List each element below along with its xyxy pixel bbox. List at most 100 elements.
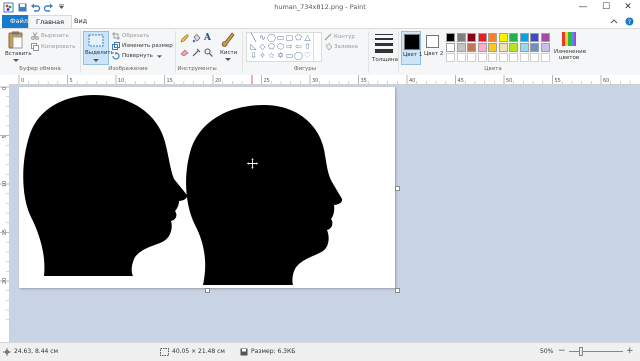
palette-swatch[interactable] [530, 33, 539, 42]
fill-dropdown[interactable]: Заливка [324, 43, 364, 52]
palette-swatch[interactable] [509, 33, 518, 42]
palette-swatch[interactable] [498, 43, 508, 52]
color1-button[interactable]: Цвет 1 [401, 31, 422, 65]
custom-palette-swatch[interactable] [519, 53, 529, 62]
palette-swatch[interactable] [498, 33, 508, 42]
custom-palette-swatch[interactable] [446, 53, 455, 62]
color-palette [446, 33, 556, 63]
right-triangle-shape-icon[interactable]: ◺ [249, 43, 258, 51]
text-tool-icon[interactable]: A [204, 33, 213, 43]
canvas-resize-handle-bottom[interactable] [205, 288, 210, 293]
canvas-resize-handle-right[interactable] [395, 186, 400, 191]
color2-button[interactable]: Цвет 2 [423, 31, 443, 65]
horizontal-ruler-ticks: 0 5 10 15 20 25 30 35 40 45 50 55 60 [18, 75, 631, 84]
five-point-star-shape-icon[interactable]: ☆ [267, 52, 276, 60]
custom-palette-swatch[interactable] [530, 53, 539, 62]
window-title: human_734x812.png - Paint [274, 3, 366, 11]
palette-swatch[interactable] [540, 43, 550, 52]
palette-swatch[interactable] [530, 43, 539, 52]
palette-swatch[interactable] [446, 33, 455, 42]
palette-swatch[interactable] [477, 43, 487, 52]
down-arrow-shape-icon[interactable]: ⇩ [249, 52, 258, 60]
left-arrow-shape-icon[interactable]: ⇦ [294, 43, 303, 51]
pencil-icon[interactable] [180, 34, 189, 43]
zoom-in-button[interactable]: + [626, 346, 634, 356]
minimize-button[interactable]: — [572, 0, 594, 15]
palette-swatch[interactable] [519, 43, 529, 52]
palette-swatch[interactable] [467, 43, 476, 52]
shapes-group-label: Фигуры [293, 66, 317, 72]
copy-button[interactable]: Копировать [31, 43, 79, 52]
close-button[interactable]: ✕ [617, 0, 639, 15]
move-cursor-icon [246, 157, 259, 170]
rotate-button[interactable]: Повернуть [112, 52, 162, 61]
custom-palette-swatch[interactable] [540, 53, 550, 62]
drawing-canvas[interactable] [19, 87, 395, 288]
select-rectangle-icon [88, 34, 104, 47]
diamond-shape-icon[interactable]: ◇ [258, 43, 267, 51]
palette-swatch[interactable] [519, 33, 529, 42]
line-shape-icon[interactable]: ╲ [249, 34, 258, 42]
custom-palette-swatch[interactable] [456, 53, 466, 62]
hexagon-shape-icon[interactable]: ⬡ [276, 43, 285, 51]
callout-shape-icon[interactable]: ▭ [285, 52, 294, 60]
palette-swatch[interactable] [467, 33, 476, 42]
right-arrow-shape-icon[interactable]: ⇨ [285, 43, 294, 51]
zoom-slider-track[interactable] [569, 351, 623, 352]
cursor-position: 24.63, 8.44 см [14, 348, 59, 355]
custom-palette-swatch[interactable] [509, 53, 518, 62]
four-point-star-shape-icon[interactable]: ✧ [258, 52, 267, 60]
crop-button[interactable]: Обрезать [112, 32, 167, 41]
shapes-scrollbar[interactable] [313, 33, 321, 61]
custom-palette-swatch[interactable] [477, 53, 487, 62]
palette-swatch[interactable] [488, 43, 497, 52]
rounded-rectangle-shape-icon[interactable]: ▢ [285, 34, 294, 42]
palette-swatch[interactable] [446, 43, 455, 52]
outline-dropdown[interactable]: Контур [324, 33, 364, 42]
oval-callout-shape-icon[interactable]: ◯ [294, 52, 303, 60]
help-icon[interactable]: ? [625, 17, 634, 26]
up-arrow-shape-icon[interactable]: ⇧ [303, 43, 312, 51]
zoom-slider-thumb[interactable] [579, 347, 583, 356]
size-dropdown[interactable]: Толщина [372, 31, 398, 65]
clipboard-group-label: Буфер обмена [19, 66, 61, 72]
resize-button[interactable]: Изменить размер [112, 42, 174, 51]
outline-label: Контур [334, 34, 355, 40]
brushes-button[interactable]: Кисти [218, 31, 238, 65]
shapes-gallery[interactable]: ╲ ∿ ◯ ▭ ▢ ⬠ △ ◺ ◇ ⬠ ⬡ ⇨ ⇦ ⇧ ⇩ ✧ ☆ ✡ ▭ ◯ … [246, 32, 322, 62]
maximize-button[interactable]: ☐ [595, 0, 617, 15]
left-head-silhouette [23, 95, 188, 276]
canvas-resize-handle-corner[interactable] [395, 288, 400, 293]
paste-button[interactable]: Вставить [5, 31, 32, 65]
tab-home[interactable]: Главная [28, 15, 73, 28]
palette-swatch[interactable] [540, 33, 550, 42]
palette-swatch[interactable] [456, 33, 466, 42]
eraser-icon[interactable] [180, 48, 189, 57]
custom-palette-swatch[interactable] [488, 53, 497, 62]
palette-swatch[interactable] [456, 43, 466, 52]
palette-swatch[interactable] [488, 33, 497, 42]
color-picker-icon[interactable] [192, 48, 201, 57]
curve-shape-icon[interactable]: ∿ [258, 34, 267, 42]
magnifier-icon[interactable] [204, 48, 213, 57]
fill-bucket-icon[interactable] [192, 34, 201, 43]
custom-palette-swatch[interactable] [498, 53, 508, 62]
ruler-label: 40 [409, 78, 415, 84]
custom-palette-swatch[interactable] [467, 53, 476, 62]
six-point-star-shape-icon[interactable]: ✡ [276, 52, 285, 60]
palette-swatch[interactable] [477, 33, 487, 42]
selection-size: 40.05 × 21.48 см [172, 348, 225, 355]
palette-swatch[interactable] [509, 43, 518, 52]
heart-shape-icon[interactable]: ♡ [303, 52, 312, 60]
edit-colors-button[interactable]: Изменение цветов [554, 31, 586, 65]
zoom-out-button[interactable]: − [558, 346, 566, 356]
tab-view[interactable]: Вид [67, 15, 94, 28]
triangle-shape-icon[interactable]: △ [303, 34, 312, 42]
polygon-shape-icon[interactable]: ⬠ [294, 34, 303, 42]
select-button[interactable]: Выделить [83, 31, 114, 65]
oval-shape-icon[interactable]: ◯ [267, 34, 276, 42]
pentagon-shape-icon[interactable]: ⬠ [267, 43, 276, 51]
rectangle-shape-icon[interactable]: ▭ [276, 34, 285, 42]
cut-button[interactable]: Вырезать [31, 32, 76, 41]
collapse-ribbon-icon[interactable] [610, 18, 618, 26]
